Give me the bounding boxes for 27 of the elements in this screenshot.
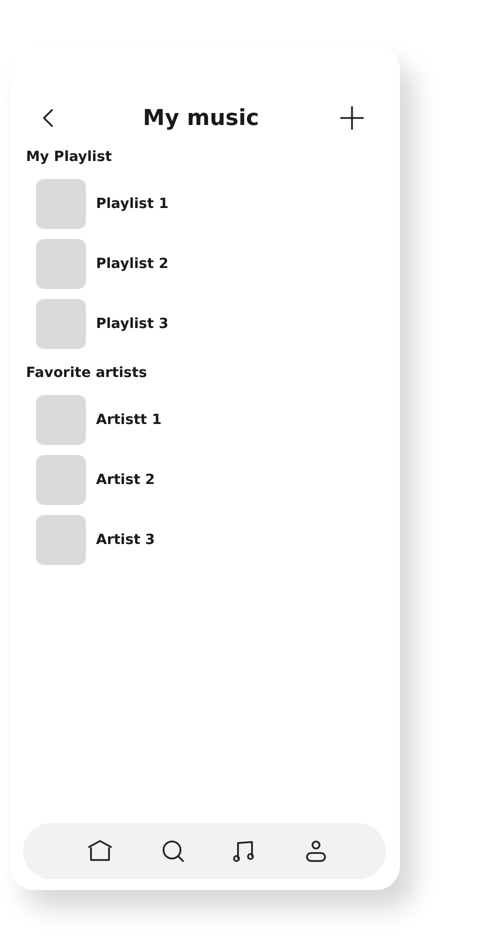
profile-icon xyxy=(304,839,328,863)
thumbnail xyxy=(36,299,86,349)
music-note-tab[interactable] xyxy=(232,839,256,863)
list-item-label[interactable]: Artistt 1 xyxy=(96,412,162,428)
home-icon xyxy=(86,839,113,863)
list-item-label[interactable]: Artist 3 xyxy=(96,532,155,548)
thumbnail xyxy=(36,395,86,445)
profile-tab[interactable] xyxy=(304,839,328,863)
back-button[interactable] xyxy=(42,108,54,128)
thumbnail xyxy=(36,239,86,289)
plus-icon xyxy=(340,106,364,130)
section-heading: My Playlist xyxy=(26,149,113,165)
page-title: My music xyxy=(142,106,260,130)
list-item-label[interactable]: Playlist 1 xyxy=(96,196,168,212)
add-button[interactable] xyxy=(340,106,364,130)
list-item-label[interactable]: Artist 2 xyxy=(96,472,155,488)
thumbnail xyxy=(36,179,86,229)
section-heading: Favorite artists xyxy=(26,365,148,381)
home-tab[interactable] xyxy=(86,839,113,863)
list-item-label[interactable]: Playlist 3 xyxy=(96,316,168,332)
back-icon xyxy=(42,108,54,128)
search-tab[interactable] xyxy=(160,839,185,863)
search-icon xyxy=(160,839,185,863)
thumbnail xyxy=(36,455,86,505)
thumbnail xyxy=(36,515,86,565)
music-note-icon xyxy=(232,839,256,863)
list-item-label[interactable]: Playlist 2 xyxy=(96,256,168,272)
